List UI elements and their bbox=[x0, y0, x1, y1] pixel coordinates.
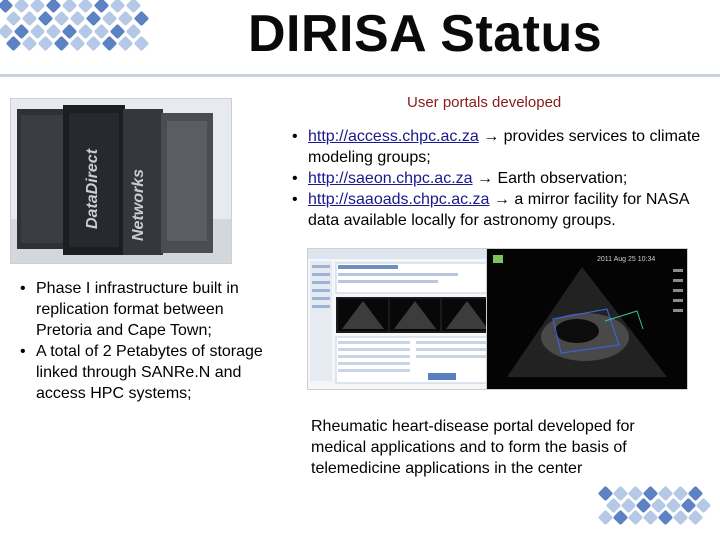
echocardiogram-image: 2011 Aug 25 10:34 bbox=[486, 248, 688, 390]
logo-dot bbox=[117, 10, 134, 27]
logo-dot bbox=[69, 36, 86, 52]
logo-dot bbox=[5, 36, 22, 52]
logo-dot bbox=[29, 0, 46, 14]
section-subtitle: User portals developed bbox=[407, 94, 562, 111]
portal-link-access[interactable]: http://access.chpc.ac.za bbox=[308, 128, 479, 145]
infrastructure-item: • A total of 2 Petabytes of storage linke… bbox=[14, 341, 284, 404]
logo-dot bbox=[93, 0, 110, 14]
bullet-icon: • bbox=[292, 170, 298, 187]
logo-dot bbox=[77, 0, 94, 14]
logo-dot bbox=[687, 509, 704, 526]
storage-rack-photo: DataDirect Networks bbox=[10, 98, 232, 264]
medical-portal-screenshot bbox=[307, 248, 499, 390]
portal-item: • http://access.chpc.ac.za → provides ser… bbox=[286, 126, 716, 168]
infrastructure-list: • Phase I infrastructure built in replica… bbox=[14, 278, 284, 404]
portal-item: • http://saeon.chpc.ac.za → Earth observa… bbox=[286, 168, 716, 189]
logo-dots-bottom-right bbox=[597, 485, 720, 540]
logo-dot bbox=[85, 10, 102, 27]
bullet-icon: • bbox=[292, 128, 298, 145]
infrastructure-text: A total of 2 Petabytes of storage linked… bbox=[36, 343, 263, 402]
portal-link-saaoads[interactable]: http://saaoads.chpc.ac.za bbox=[308, 191, 489, 208]
logo-dot bbox=[612, 509, 629, 526]
logo-dot bbox=[37, 36, 54, 52]
rack-brand-top: DataDirect bbox=[84, 148, 101, 229]
portal-item: • http://saaoads.chpc.ac.za → a mirror fa… bbox=[286, 189, 716, 231]
logo-dot bbox=[627, 509, 644, 526]
portal-link-saeon[interactable]: http://saeon.chpc.ac.za bbox=[308, 170, 473, 187]
logo-dot bbox=[5, 10, 22, 27]
logo-dot bbox=[133, 10, 150, 27]
logo-dot bbox=[45, 0, 62, 14]
logo-dot bbox=[117, 36, 134, 52]
logo-dot bbox=[69, 10, 86, 27]
bullet-icon: • bbox=[292, 191, 298, 208]
arrow-icon: → bbox=[483, 128, 500, 145]
logo-dot bbox=[125, 0, 142, 14]
echo-header-text: 2011 Aug 25 10:34 bbox=[597, 256, 655, 263]
logo-dot bbox=[85, 36, 102, 52]
logo-dot bbox=[672, 509, 689, 526]
logo-dot bbox=[61, 0, 78, 14]
infrastructure-item: • Phase I infrastructure built in replica… bbox=[14, 278, 284, 341]
logo-dots-top-left bbox=[0, 0, 160, 70]
portal-description: Earth observation; bbox=[493, 170, 628, 187]
logo-dot bbox=[53, 10, 70, 27]
logo-dot bbox=[53, 36, 70, 52]
logo-dot bbox=[657, 509, 674, 526]
logo-dot bbox=[642, 509, 659, 526]
portal-caption: Rheumatic heart-disease portal developed… bbox=[311, 418, 635, 477]
logo-dot bbox=[37, 10, 54, 27]
logo-dot bbox=[101, 10, 118, 27]
logo-dot bbox=[21, 36, 38, 52]
rack-brand-bottom: Networks bbox=[130, 169, 147, 241]
arrow-icon: → bbox=[493, 191, 510, 208]
logo-dot bbox=[597, 509, 614, 526]
storage-rack-image: DataDirect Networks bbox=[11, 99, 231, 263]
bullet-icon: • bbox=[20, 343, 26, 360]
logo-dot bbox=[109, 0, 126, 14]
portal-screenshot-image bbox=[308, 249, 498, 389]
title-divider bbox=[0, 74, 720, 77]
infrastructure-text: Phase I infrastructure built in replicat… bbox=[36, 280, 239, 339]
logo-dot bbox=[21, 10, 38, 27]
logo-dot bbox=[13, 0, 30, 14]
bullet-icon: • bbox=[20, 280, 26, 297]
arrow-icon: → bbox=[477, 170, 493, 187]
logo-dot bbox=[133, 36, 150, 52]
slide-title: DIRISA Status bbox=[248, 5, 603, 63]
logo-dot bbox=[101, 36, 118, 52]
portal-list: • http://access.chpc.ac.za → provides ser… bbox=[286, 126, 716, 231]
echo-ultrasound-image: 2011 Aug 25 10:34 bbox=[487, 249, 687, 389]
